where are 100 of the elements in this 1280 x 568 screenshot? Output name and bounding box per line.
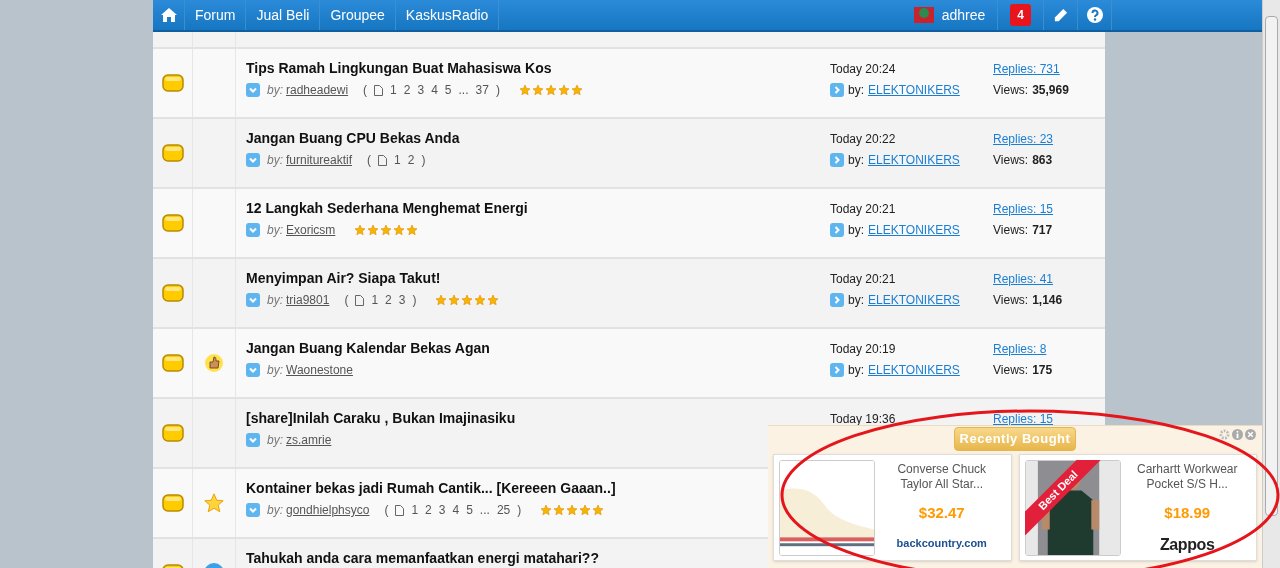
store-logo: backcountry.com [896, 535, 987, 551]
folder-icon [161, 144, 184, 162]
arrow-right-icon[interactable] [830, 363, 844, 377]
arrow-right-icon[interactable] [830, 153, 844, 167]
page-link[interactable]: 37 [475, 81, 489, 99]
views-label: Views: [993, 152, 1029, 169]
page-link[interactable]: 1 [394, 151, 401, 169]
last-poster-link[interactable]: ELEKTONIKERS [868, 151, 960, 169]
rating-star-icon [579, 504, 592, 516]
by-label: by: [848, 152, 864, 169]
thread-title[interactable]: Tahukah anda cara memanfaatkan energi matahari?? [246, 549, 599, 567]
author-link[interactable]: Waonestone [286, 361, 353, 379]
views-count: 863 [1032, 152, 1053, 169]
pages-paren: ( [363, 82, 368, 99]
notification-badge[interactable]: 4 [1010, 4, 1031, 26]
page-link[interactable]: 3 [417, 81, 425, 99]
page-link[interactable]: 4 [452, 501, 460, 519]
author-link[interactable]: gondhielphsyco [286, 501, 370, 519]
rating-star-icon [592, 504, 605, 516]
thread-title[interactable]: Menyimpan Air? Siapa Takut! [246, 269, 441, 287]
by-label: by: [848, 292, 864, 309]
dropdown-icon[interactable] [246, 293, 260, 307]
page-icon [374, 84, 384, 96]
rating-star-icon [487, 294, 500, 306]
author-link[interactable]: tria9801 [286, 291, 330, 309]
rating-star-icon [367, 224, 380, 236]
dropdown-icon[interactable] [246, 363, 260, 377]
replies-link[interactable]: Replies: 15 [993, 200, 1105, 218]
by-label: by: [848, 362, 864, 379]
page-link[interactable]: 1 [411, 501, 419, 519]
folder-icon [161, 284, 184, 302]
nav-link[interactable]: Groupee [320, 0, 396, 30]
last-poster-link[interactable]: ELEKTONIKERS [868, 81, 960, 99]
dropdown-icon[interactable] [246, 503, 260, 517]
views-count: 1,146 [1032, 292, 1063, 309]
nav-link[interactable]: Jual Beli [246, 0, 321, 30]
dropdown-icon[interactable] [246, 433, 260, 447]
replies-link[interactable]: Replies: 15 [993, 410, 1105, 428]
page-link[interactable]: 3 [398, 291, 406, 309]
page-link[interactable]: 2 [385, 291, 392, 309]
last-poster-link[interactable]: ELEKTONIKERS [868, 361, 960, 379]
views-count: 175 [1032, 362, 1053, 379]
page-link[interactable]: 5 [444, 81, 452, 99]
author-link[interactable]: furnitureaktif [286, 151, 353, 169]
arrow-right-icon[interactable] [830, 223, 844, 237]
page-link[interactable]: 2 [425, 501, 432, 519]
scrollbar[interactable] [1262, 0, 1280, 568]
thread-title[interactable]: Jangan Buang CPU Bekas Anda [246, 129, 460, 147]
nav-link[interactable]: KaskusRadio [395, 0, 500, 30]
arrow-right-icon[interactable] [830, 83, 844, 97]
author-link[interactable]: Exoricsm [286, 221, 336, 239]
pages-paren: ) [517, 502, 522, 519]
close-icon[interactable] [1245, 429, 1256, 440]
dropdown-icon[interactable] [246, 153, 260, 167]
page-link[interactable]: 4 [431, 81, 438, 99]
last-poster-link[interactable]: ELEKTONIKERS [868, 221, 960, 239]
rating-star-icon [461, 294, 474, 306]
author-link[interactable]: radheadewi [286, 81, 349, 99]
folder-icon [161, 214, 184, 232]
thread-title[interactable]: [share]Inilah Caraku , Bukan Imajinasiku [246, 409, 516, 427]
avatar-icon[interactable] [913, 7, 934, 23]
page-link[interactable]: 1 [390, 81, 397, 99]
rating-star-icon [354, 224, 367, 236]
by-label: by: [267, 362, 283, 379]
rating-star-icon [570, 84, 583, 96]
nav-link[interactable]: Forum [185, 0, 247, 30]
author-link[interactable]: zs.amrie [286, 431, 332, 449]
dropdown-icon[interactable] [246, 223, 260, 237]
by-label: by: [267, 292, 283, 309]
arrow-right-icon[interactable] [830, 293, 844, 307]
product-name[interactable]: Carhartt Workwear Pocket S/S H... [1123, 462, 1251, 492]
last-post-time: Today 20:21 [830, 201, 897, 218]
username[interactable]: adhree [941, 4, 986, 26]
replies-link[interactable]: Replies: 41 [993, 270, 1105, 288]
dropdown-icon[interactable] [246, 83, 260, 97]
last-poster-link[interactable]: ELEKTONIKERS [868, 291, 960, 309]
pages-paren: ( [344, 292, 349, 309]
page-link[interactable]: ... [479, 501, 490, 519]
page-link[interactable]: 2 [407, 151, 415, 169]
product-card[interactable]: Converse Chuck Taylor All Star... $32.47 backcountry.com [773, 454, 1012, 561]
info-icon[interactable] [1232, 429, 1243, 440]
by-label: by: [267, 502, 283, 519]
rating-star-icon [406, 224, 419, 236]
page-link[interactable]: 2 [403, 81, 411, 99]
page-icon [395, 504, 405, 516]
thread-title[interactable]: Jangan Buang Kalendar Bekas Agan [246, 339, 490, 357]
page-link[interactable]: 5 [466, 501, 473, 519]
settings-icon[interactable] [1219, 429, 1230, 440]
thread-title[interactable]: Kontainer bekas jadi Rumah Cantik... [Kereeen Gaaan..] [246, 479, 616, 497]
page-link[interactable]: ... [458, 81, 469, 99]
thread-title[interactable]: Tips Ramah Lingkungan Buat Mahasiswa Kos [246, 59, 552, 77]
views-count: 717 [1032, 222, 1053, 239]
product-name[interactable]: Converse Chuck Taylor All Star... [878, 462, 1006, 492]
page-link[interactable]: 3 [438, 501, 446, 519]
thread-title[interactable]: 12 Langkah Sederhana Menghemat Energi [246, 199, 528, 217]
page-link[interactable]: 1 [371, 291, 379, 309]
replies-link[interactable]: Replies: 731 [993, 60, 1105, 78]
replies-link[interactable]: Replies: 23 [993, 130, 1105, 148]
replies-link[interactable]: Replies: 8 [993, 340, 1105, 358]
page-link[interactable]: 25 [496, 501, 511, 519]
